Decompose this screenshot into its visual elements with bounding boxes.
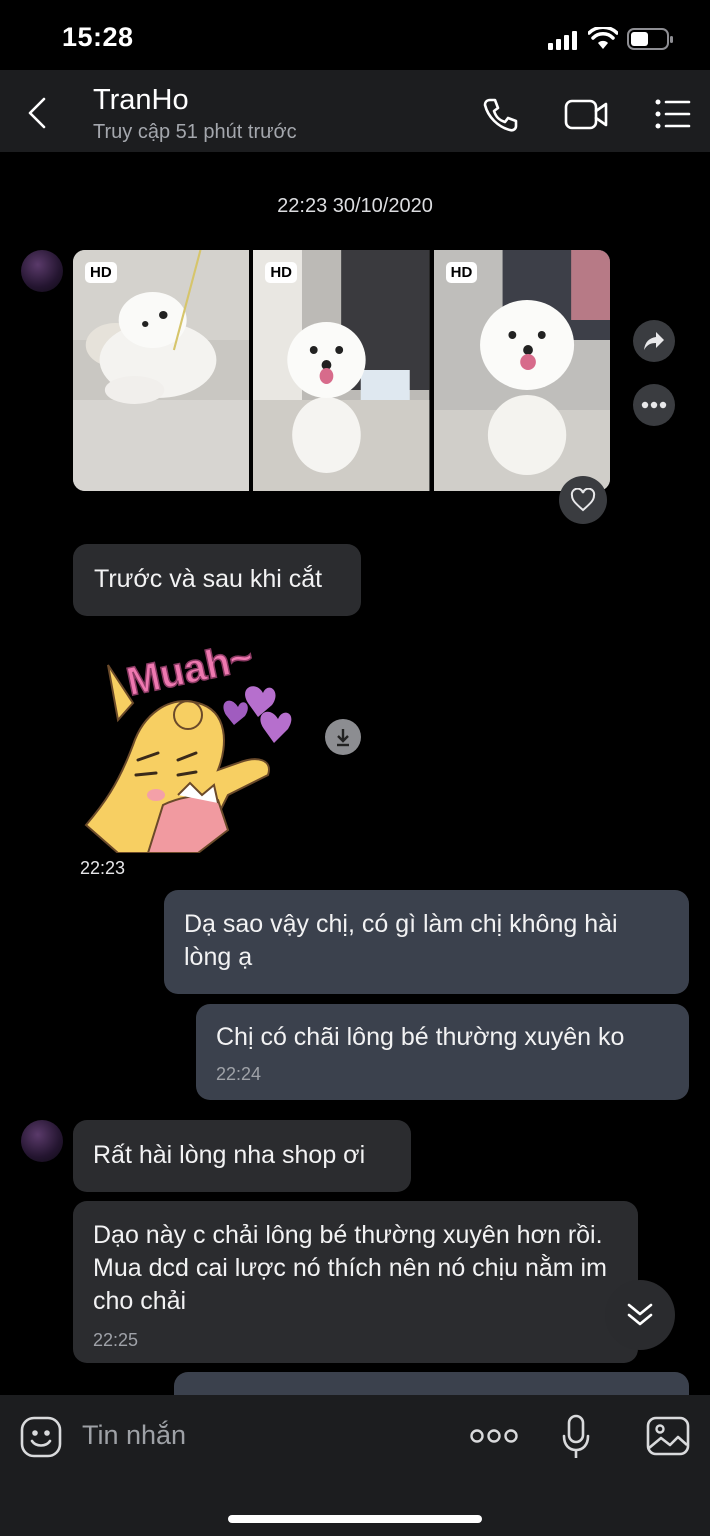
avatar[interactable] xyxy=(21,1120,63,1162)
outgoing-message[interactable]: Chị có chãi lông bé thường xuyên ko 22:2… xyxy=(196,1004,689,1100)
more-options-button[interactable] xyxy=(633,384,675,426)
message-time: 22:25 xyxy=(93,1330,139,1350)
more-dots-icon[interactable] xyxy=(470,1428,518,1449)
hd-badge: HD xyxy=(445,262,478,283)
hd-badge: HD xyxy=(85,262,117,283)
react-heart-button[interactable] xyxy=(559,476,607,524)
emoji-icon[interactable] xyxy=(20,1416,62,1463)
microphone-icon[interactable] xyxy=(561,1414,591,1465)
outgoing-message[interactable]: Dạ sao vậy chị, có gì làm chị không hài … xyxy=(164,890,689,994)
message-text: Dạ sao vậy chị, có gì làm chị không hài … xyxy=(184,910,618,971)
message-text: Dạo này c chải lông bé thường xuyên hơn … xyxy=(93,1221,607,1315)
incoming-message[interactable]: Rất hài lòng nha shop ơi xyxy=(73,1120,411,1192)
message-time: 22:24 xyxy=(216,1064,262,1084)
photo-thumbnail[interactable]: HD xyxy=(253,250,430,491)
heart-icon xyxy=(570,488,596,512)
message-text: Rất hài lòng nha shop ơi xyxy=(93,1141,366,1169)
battery-icon xyxy=(627,27,675,56)
avatar[interactable] xyxy=(21,250,63,292)
double-chevron-down-icon xyxy=(627,1303,653,1326)
back-button[interactable] xyxy=(22,93,52,138)
hd-badge: HD xyxy=(265,262,297,283)
scroll-to-bottom-button[interactable] xyxy=(605,1280,675,1350)
download-sticker-button[interactable] xyxy=(325,719,361,755)
incoming-message[interactable]: Trước và sau khi cắt xyxy=(73,544,361,616)
photo-album: HD HD HD xyxy=(73,250,610,491)
phone-icon[interactable] xyxy=(480,95,520,140)
sticker-text: Muah~ xyxy=(123,635,257,705)
signal-icon xyxy=(548,30,578,55)
share-button[interactable] xyxy=(633,320,675,362)
status-time: 15:28 xyxy=(62,22,134,52)
video-camera-icon[interactable] xyxy=(563,97,609,138)
contact-name[interactable]: TranHo xyxy=(93,84,189,117)
message-text: Trước và sau khi cắt xyxy=(94,565,323,593)
message-text: Chị có chãi lông bé thường xuyên ko xyxy=(216,1023,625,1051)
message-time: 22:23 xyxy=(80,858,126,878)
more-horizontal-icon xyxy=(641,401,667,409)
share-icon xyxy=(644,332,664,350)
home-indicator xyxy=(228,1515,482,1523)
incoming-message[interactable]: Dạo này c chải lông bé thường xuyên hơn … xyxy=(73,1201,638,1363)
last-seen-status: Truy cập 51 phút trước xyxy=(93,121,297,143)
sticker[interactable]: Muah~ xyxy=(78,625,303,858)
photo-thumbnail[interactable]: HD xyxy=(73,250,250,491)
download-icon xyxy=(337,729,349,747)
photo-thumbnail[interactable]: HD xyxy=(433,250,610,491)
date-separator: 22:23 30/10/2020 xyxy=(277,195,433,217)
wifi-icon xyxy=(587,25,619,56)
list-menu-icon[interactable] xyxy=(654,98,692,135)
message-input[interactable]: Tin nhắn xyxy=(82,1420,186,1451)
image-icon[interactable] xyxy=(646,1416,690,1461)
